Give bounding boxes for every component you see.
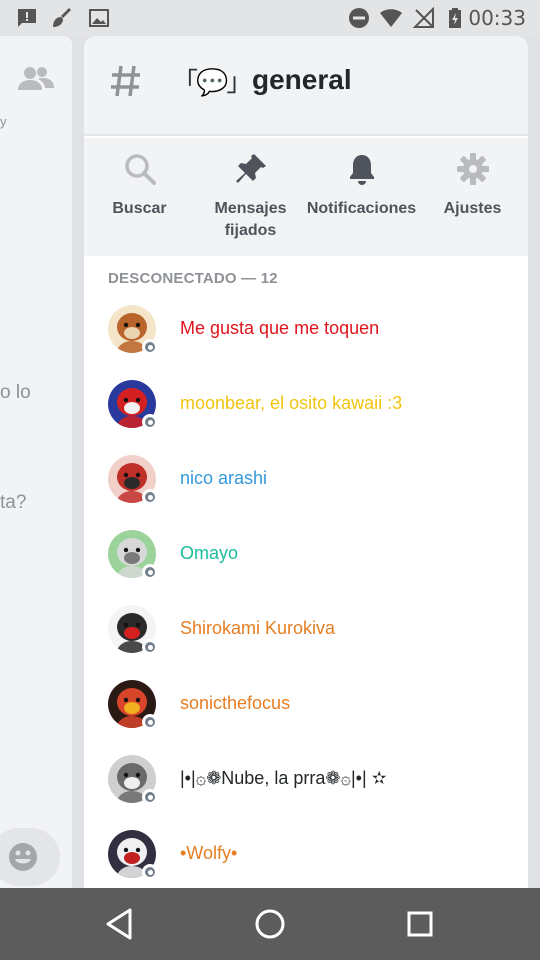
no-signal-icon — [413, 7, 434, 28]
pin-icon — [235, 154, 266, 183]
offline-status-icon — [142, 639, 158, 655]
member-row[interactable]: Omayo — [84, 530, 528, 605]
member-name: Shirokami Kurokiva — [180, 618, 336, 638]
member-name: Me gusta que me toquen — [180, 318, 380, 338]
channel-info-drawer: 「💬」 general Buscar Mensajes fijados Noti… — [84, 36, 528, 888]
home-icon[interactable] — [250, 906, 290, 942]
battery-charging-icon — [449, 8, 461, 28]
member-row[interactable]: nico arashi — [84, 455, 528, 530]
offline-status-icon — [142, 864, 158, 880]
hash-icon — [111, 65, 140, 97]
back-icon[interactable] — [100, 906, 140, 942]
message-alert-icon — [18, 9, 36, 27]
channel-toolbar: Buscar Mensajes fijados Notificaciones A… — [84, 138, 528, 256]
chat-text-fragment: ta? — [0, 492, 27, 513]
channel-emoji: 「💬」 — [172, 68, 252, 98]
chat-text-fragment: o lo — [0, 382, 31, 403]
notifications-button[interactable]: Notificaciones — [306, 138, 417, 256]
member-row[interactable]: Me gusta que me toquen — [84, 305, 528, 380]
settings-button[interactable]: Ajustes — [417, 138, 528, 256]
member-name: nico arashi — [180, 468, 268, 488]
member-row[interactable]: moonbear, el osito kawaii :3 — [84, 380, 528, 455]
offline-section-header: DESCONECTADO — 12 — [108, 270, 278, 287]
member-row[interactable]: |•|۞❁Nube, la prra❁۞|•| ✫ — [84, 755, 528, 830]
member-name: moonbear, el osito kawaii :3 — [180, 393, 403, 413]
offline-status-icon — [142, 339, 158, 355]
image-icon — [89, 9, 109, 27]
member-row[interactable]: •Wolfy• — [84, 830, 528, 888]
status-bar: 00:33 — [0, 0, 540, 36]
member-row[interactable]: sonicthefocus — [84, 680, 528, 755]
member-name: Omayo — [180, 543, 239, 563]
pinned-messages-label: Mensajes fijados — [214, 200, 287, 239]
do-not-disturb-icon — [349, 8, 369, 28]
chat-text-fragment: y — [0, 114, 7, 129]
notifications-label: Notificaciones — [306, 200, 417, 217]
member-row[interactable]: Shirokami Kurokiva — [84, 605, 528, 680]
member-name: sonicthefocus — [180, 693, 291, 713]
members-icon[interactable] — [18, 66, 54, 90]
search-icon — [124, 154, 156, 185]
search-button[interactable]: Buscar — [84, 138, 195, 256]
pinned-messages-button[interactable]: Mensajes fijados — [195, 138, 306, 256]
wifi-icon — [380, 9, 402, 27]
settings-label: Ajustes — [443, 200, 502, 217]
offline-status-icon — [142, 789, 158, 805]
emoji-button[interactable] — [0, 828, 60, 886]
chat-panel-behind[interactable]: y o lo ta? — [0, 36, 72, 888]
channel-name: general — [252, 64, 352, 95]
recents-icon[interactable] — [400, 906, 440, 942]
member-name: •Wolfy• — [180, 843, 238, 863]
member-name: |•|۞❁Nube, la prra❁۞|•| ✫ — [180, 768, 387, 788]
offline-status-icon — [142, 414, 158, 430]
broom-icon — [53, 8, 71, 27]
search-label: Buscar — [112, 200, 167, 217]
android-nav-bar — [0, 888, 540, 960]
gear-icon — [456, 153, 489, 185]
bell-icon — [349, 155, 374, 185]
offline-status-icon — [142, 564, 158, 580]
emoji-icon — [9, 843, 37, 871]
offline-status-icon — [142, 714, 158, 730]
channel-header: 「💬」 general — [84, 36, 528, 136]
offline-status-icon — [142, 489, 158, 505]
clock: 00:33 — [468, 6, 526, 30]
